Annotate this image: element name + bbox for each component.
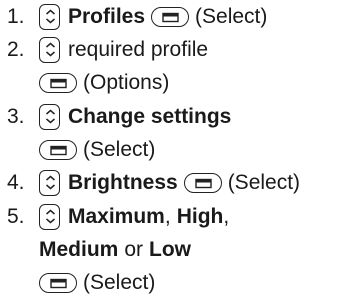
step-5: 5. Maximum, High,: [0, 200, 229, 233]
selection-key-icon: [183, 172, 222, 193]
option-maximum: Maximum: [68, 205, 165, 228]
step-number: 1.: [7, 5, 25, 28]
step-4: 4. Brightness (Select): [0, 166, 300, 199]
menu-item-label: Brightness: [68, 171, 178, 194]
key-action-text: (Select): [227, 171, 301, 194]
step-3-continued: (Select): [0, 133, 155, 166]
menu-item-label: Profiles: [68, 5, 146, 28]
step-5-select: (Select): [0, 266, 155, 299]
separator: ,: [164, 205, 171, 228]
selection-key-icon: [151, 6, 190, 27]
step-number: 5.: [7, 205, 25, 228]
key-action-text: (Options): [83, 71, 170, 94]
option-high: High: [176, 205, 224, 228]
step-1: 1. Profiles (Select): [0, 0, 267, 33]
step-number: 3.: [7, 105, 25, 128]
option-low: Low: [149, 238, 192, 261]
separator: ,: [223, 205, 230, 228]
navigation-key-icon: [39, 36, 60, 63]
navigation-key-icon: [39, 103, 60, 130]
conjunction-text: or: [124, 238, 144, 261]
step-3: 3. Change settings: [0, 100, 231, 133]
selection-key-icon: [39, 139, 77, 160]
navigation-key-icon: [39, 169, 60, 196]
step-number: 4.: [7, 171, 25, 194]
step-2: 2. required profile: [0, 33, 208, 66]
selection-key-icon: [39, 272, 77, 293]
key-action-text: (Select): [83, 271, 156, 294]
step-5-continued: Medium or Low: [0, 233, 191, 266]
navigation-key-icon: [39, 203, 60, 230]
option-medium: Medium: [39, 238, 119, 261]
selection-key-icon: [39, 72, 77, 93]
menu-item-label: Change settings: [68, 105, 232, 128]
step-text: required profile: [68, 38, 209, 61]
navigation-key-icon: [39, 3, 60, 30]
key-action-text: (Select): [83, 138, 156, 161]
key-action-text: (Select): [195, 5, 268, 28]
step-2-continued: (Options): [0, 66, 169, 99]
step-number: 2.: [7, 38, 25, 61]
